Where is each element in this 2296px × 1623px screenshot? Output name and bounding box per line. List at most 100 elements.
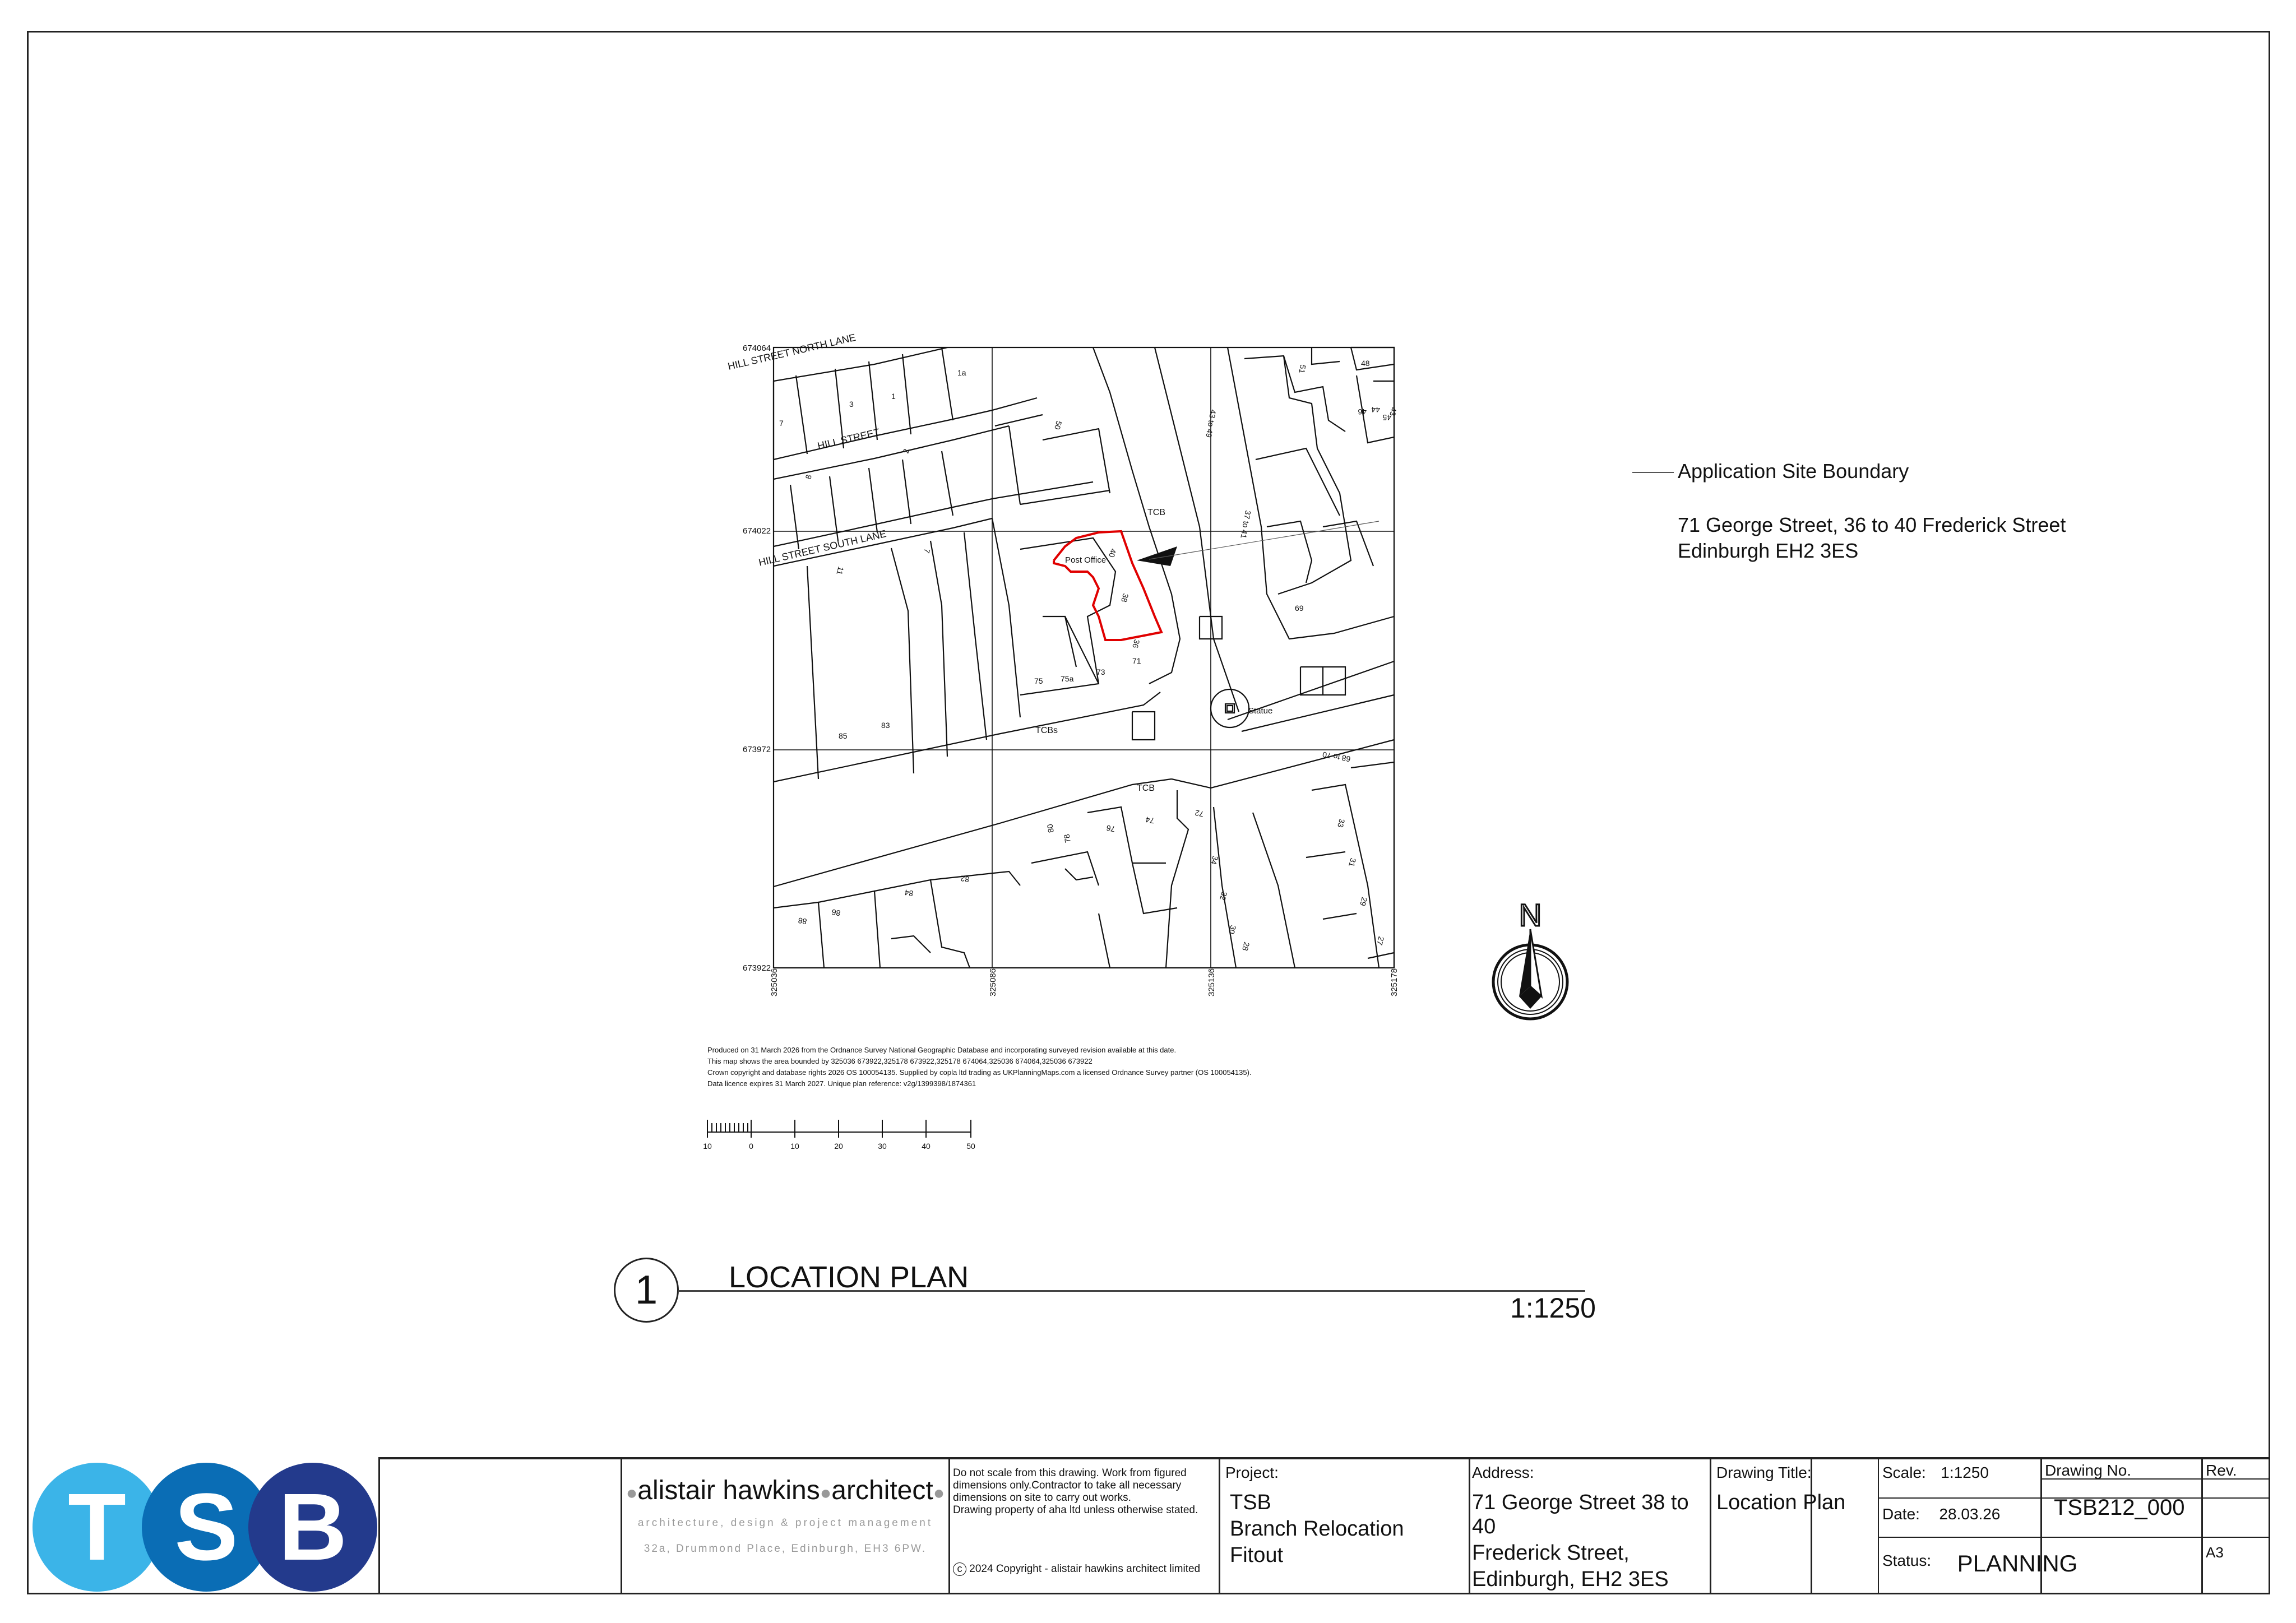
status-value: PLANNING	[1957, 1550, 2078, 1576]
street-label: HILL STREET SOUTH LANE	[757, 528, 887, 568]
building-number: 72	[1194, 808, 1204, 818]
rev-label: Rev.	[2206, 1462, 2237, 1479]
drawing-no-value: TSB212_000	[2054, 1495, 2185, 1520]
easting-label: 325136	[1207, 968, 1216, 996]
drawing-no-label: Drawing No.	[2045, 1462, 2132, 1479]
address-cell: Address: 71 George Street 38 to 40 Frede…	[1472, 1464, 1707, 1593]
building-number: 82	[960, 874, 970, 884]
building-number: 11	[835, 565, 845, 576]
drawing-label-underline	[678, 1290, 1585, 1292]
project-label: Project:	[1225, 1464, 1279, 1481]
street-label: TCB	[1147, 508, 1165, 517]
building-number: 27	[1375, 935, 1386, 946]
building-number: 33	[1336, 818, 1347, 828]
os-note: This map shows the area bounded by 32503…	[707, 1057, 1093, 1065]
site-annotation: Application Site Boundary 71 George Stre…	[1678, 460, 2066, 564]
building-number: 32	[1218, 891, 1229, 901]
project-line: TSB	[1230, 1491, 1271, 1514]
architect-tagline: architecture, design & project managemen…	[637, 1517, 933, 1529]
os-note: Crown copyright and database rights 2026…	[707, 1068, 1252, 1077]
address-line: Frederick Street,	[1472, 1541, 1630, 1565]
drawing-number-circle: 1	[614, 1258, 679, 1323]
disclaimer-line: Drawing property of aha ltd unless other…	[953, 1504, 1198, 1516]
address-line: Edinburgh, EH2 3ES	[1472, 1568, 1669, 1591]
scale-bar-label: 40	[922, 1142, 931, 1151]
tsb-logo: T S B	[33, 1463, 380, 1592]
status-cell: Status: PLANNING	[1882, 1545, 2196, 1589]
building-number: 69	[1295, 604, 1304, 613]
building-number: 43	[1388, 406, 1398, 416]
building-number: 44	[1371, 405, 1380, 414]
address-label: Address:	[1472, 1464, 1534, 1481]
building-number: 75a	[1061, 674, 1074, 683]
tsb-logo-letter: S	[174, 1474, 238, 1580]
building-number: 73	[1096, 667, 1105, 676]
project-cell: Project: TSB Branch Relocation Fitout	[1225, 1464, 1466, 1593]
building-number: 50	[1053, 420, 1064, 430]
northing-label: 673972	[743, 745, 771, 754]
building-number: 2	[901, 448, 911, 455]
drawing-title-value: Location Plan	[1716, 1491, 1846, 1514]
rev-cell: Rev.	[2206, 1462, 2267, 1484]
disclaimer-line: dimensions on site to carry out works.	[953, 1492, 1131, 1504]
building-number: 48	[1361, 359, 1370, 368]
scale-bar-label: 0	[749, 1142, 753, 1151]
scale-bar: 10 0 10 20 30 40 50	[703, 1120, 975, 1151]
hill-street-edges	[773, 346, 1094, 567]
building-number: 7	[922, 548, 932, 554]
building-number: 78	[1062, 833, 1072, 843]
drawing-title-label: Drawing Title:	[1716, 1464, 1812, 1481]
date-label: Date:	[1882, 1505, 1920, 1523]
architect-cell: ●alistair hawkins●architect● architectur…	[622, 1459, 948, 1594]
building-number: 84	[904, 888, 914, 898]
scale-bar-label: 10	[703, 1142, 712, 1151]
building-number: 43 to 49	[1204, 409, 1218, 438]
annotation-address-line2: Edinburgh EH2 3ES	[1678, 539, 1859, 562]
building-number: 76	[1105, 823, 1115, 833]
building-number: 80	[1045, 823, 1055, 833]
application-site-boundary	[1053, 530, 1163, 641]
copyright-text: 2024 Copyright - alistair hawkins archit…	[969, 1563, 1201, 1575]
building-number: 38	[1119, 592, 1131, 603]
place-label: Statue	[1248, 706, 1272, 716]
scale-bar-label: 30	[878, 1142, 887, 1151]
sheet-size: A3	[2206, 1544, 2224, 1561]
sheet-size-cell: A3	[2206, 1544, 2267, 1566]
annotation-title: Application Site Boundary	[1678, 460, 1909, 483]
drawing-number: 1	[635, 1268, 658, 1313]
street-label: HILL STREET	[816, 426, 881, 452]
disclaimer-line: Do not scale from this drawing. Work fro…	[953, 1467, 1187, 1479]
place-label: Post Office	[1065, 555, 1106, 565]
annotation-leader-line	[1632, 472, 1674, 473]
building-number: 40	[1107, 548, 1118, 558]
drawing-no-cell: Drawing No. TSB212_000	[2045, 1462, 2201, 1534]
tsb-logo-b-circle: B	[248, 1463, 377, 1592]
building-number: 71	[1132, 656, 1141, 665]
building-number: 75	[1034, 676, 1043, 685]
architect-address: 32a, Drummond Place, Edinburgh, EH3 6PW.	[644, 1543, 927, 1555]
scale-bar-label: 50	[966, 1142, 975, 1151]
location-map: 674064 674022 673972 673922 325036 32508…	[726, 332, 1399, 996]
building-number: 85	[839, 731, 848, 740]
building-number: 3	[849, 400, 854, 409]
date-value: 28.03.26	[1939, 1505, 2001, 1523]
scale-value: 1:1250	[1941, 1464, 1989, 1481]
drawing-label-title: LOCATION PLAN	[729, 1260, 969, 1294]
tsb-logo-letter: T	[68, 1474, 126, 1580]
easting-label: 325086	[988, 968, 998, 996]
north-label: N	[1519, 897, 1542, 933]
building-number: 86	[831, 907, 841, 917]
northing-label: 673922	[743, 963, 771, 973]
scale-bar-label: 20	[834, 1142, 843, 1151]
easting-label: 325036	[770, 968, 779, 996]
status-label: Status:	[1882, 1552, 1932, 1569]
os-note: Data licence expires 31 March 2027. Uniq…	[707, 1079, 976, 1088]
project-line: Branch Relocation	[1230, 1517, 1404, 1541]
northing-label: 674022	[743, 526, 771, 536]
date-cell: Date: 28.03.26	[1882, 1505, 2039, 1537]
disclaimer-cell: Do not scale from this drawing. Work fro…	[953, 1467, 1221, 1590]
annotation-address-line1: 71 George Street, 36 to 40 Frederick Str…	[1678, 513, 2066, 536]
building-number: 29	[1358, 896, 1369, 907]
scale-label: Scale:	[1882, 1464, 1926, 1481]
architect-name: ●alistair hawkins●architect●	[626, 1476, 945, 1505]
